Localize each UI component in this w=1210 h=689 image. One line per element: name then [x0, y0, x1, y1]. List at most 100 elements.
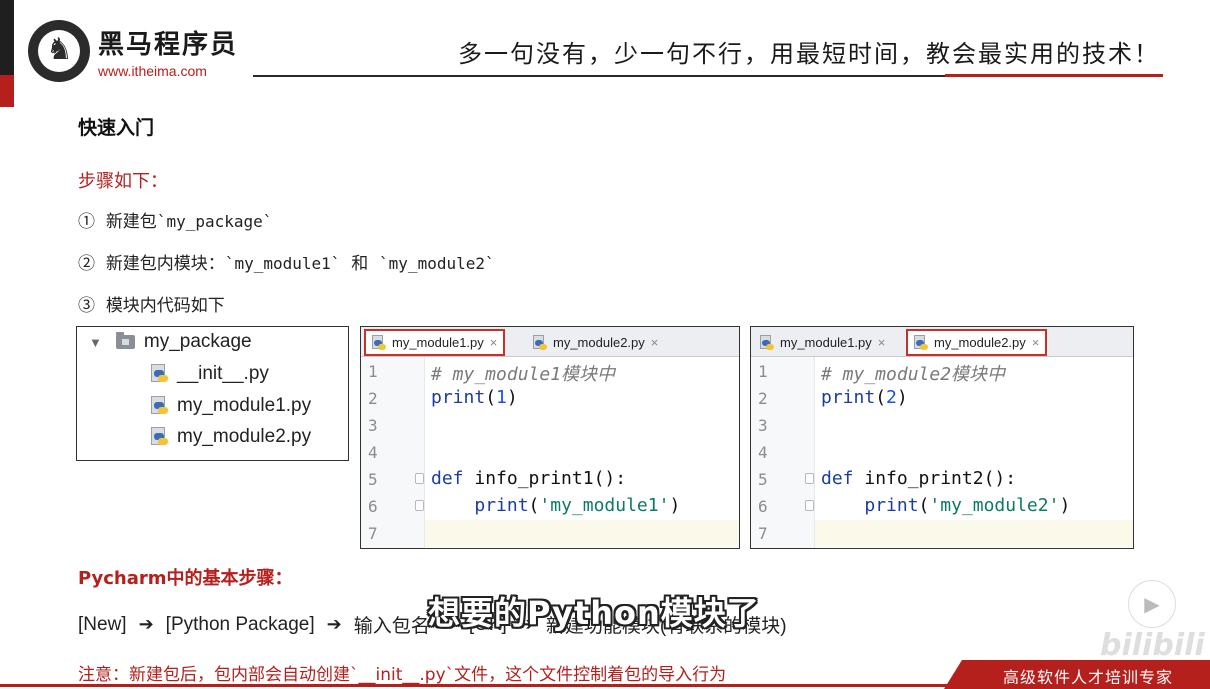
horse-logo-icon: ♞: [28, 20, 90, 82]
line-gutter: 1 2 3 4 5 6 7: [751, 357, 815, 548]
editor-tab-bar: my_module1.py × my_module2.py ×: [361, 327, 739, 357]
code-keyword: print: [474, 495, 529, 516]
tab-my-module2[interactable]: my_module2.py ×: [527, 329, 664, 356]
line-number: 6: [368, 497, 378, 516]
line-number: 5: [758, 470, 768, 489]
step-code: `my_module2`: [379, 254, 495, 273]
tree-folder-label: my_package: [143, 331, 252, 352]
code-line[interactable]: def info_print1():: [431, 468, 626, 489]
tree-file-row[interactable]: my_module2.py: [151, 426, 311, 448]
python-file-icon: [914, 334, 929, 351]
step-code: `my_module1`: [224, 254, 341, 273]
step-number: ②: [78, 254, 95, 274]
line-number: 7: [368, 524, 378, 543]
code-keyword: def: [821, 468, 854, 489]
footer-rule: [0, 684, 1210, 687]
python-file-icon: [372, 334, 387, 351]
line-number: 1: [758, 362, 768, 381]
line-number: 5: [368, 470, 378, 489]
line-number: 2: [758, 389, 768, 408]
python-file-icon: [151, 396, 169, 416]
python-file-icon: [533, 334, 548, 351]
slogan: 多一句没有，少一句不行，用最短时间，教会最实用的技术！: [458, 40, 1160, 68]
flow-new: [New]: [78, 613, 127, 635]
code-editor-module2: my_module1.py × my_module2.py × 1 2 3 4 …: [750, 326, 1134, 549]
code-line[interactable]: def info_print2():: [821, 468, 1016, 489]
step-text: 模块内代码如下: [105, 296, 225, 316]
line-number: 7: [758, 524, 768, 543]
line-number: 2: [368, 389, 378, 408]
header-divider-accent: [945, 74, 1163, 77]
step-text: 新建包内模块：: [105, 254, 225, 274]
code-comment: # my_module1模块中: [431, 364, 616, 385]
step-number: ③: [78, 296, 95, 316]
chevron-down-icon[interactable]: ▼: [89, 335, 102, 350]
tree-file-label: my_module1.py: [177, 395, 312, 416]
code-string: 'my_module1': [539, 495, 670, 516]
tab-my-module2[interactable]: my_module2.py ×: [906, 329, 1048, 356]
left-accent-red: [0, 75, 14, 107]
pycharm-steps-heading: Pycharm中的基本步骤：: [78, 568, 293, 589]
brand-name: 黑马程序员: [98, 29, 239, 60]
code-line[interactable]: print('my_module2'): [821, 495, 1070, 516]
step-2: ② 新建包内模块：`my_module1` 和 `my_module2`: [78, 249, 495, 274]
line-number: 3: [368, 416, 378, 435]
step-join: 和: [351, 254, 369, 274]
code-editor-module1: my_module1.py × my_module2.py × 1 2 3 4 …: [360, 326, 740, 549]
tree-file-row[interactable]: __init__.py: [151, 363, 269, 385]
editor-tab-bar: my_module1.py × my_module2.py ×: [751, 327, 1133, 357]
fold-marker-icon[interactable]: [805, 473, 814, 484]
code-line[interactable]: # my_module1模块中: [431, 360, 615, 386]
step-text: 新建包: [105, 212, 157, 232]
tab-my-module1[interactable]: my_module1.py ×: [754, 329, 891, 356]
fold-marker-icon[interactable]: [415, 500, 424, 511]
step-number: ①: [78, 212, 95, 232]
line-number: 4: [368, 443, 378, 462]
play-icon[interactable]: ▶: [1128, 580, 1176, 628]
code-number: 1: [496, 387, 507, 408]
code-keyword: print: [431, 387, 486, 408]
close-icon[interactable]: ×: [878, 335, 886, 350]
code-line[interactable]: print('my_module1'): [431, 495, 680, 516]
python-file-icon: [151, 364, 169, 384]
flow-python-package: [Python Package]: [165, 613, 315, 635]
current-line-highlight: [815, 520, 1133, 547]
tab-my-module1[interactable]: my_module1.py ×: [364, 329, 506, 356]
tree-file-row[interactable]: my_module1.py: [151, 395, 311, 417]
tree-folder-row[interactable]: ▼ my_package: [89, 331, 252, 353]
fold-marker-icon[interactable]: [805, 500, 814, 511]
slide-title: 快速入门: [78, 117, 155, 139]
tab-label: my_module1.py: [780, 335, 872, 350]
tree-file-label: __init__.py: [177, 363, 269, 384]
arrow-right-icon: ➔: [326, 614, 342, 634]
code-line[interactable]: print(2): [821, 387, 908, 408]
steps-heading: 步骤如下：: [78, 171, 168, 192]
current-line-highlight: [425, 520, 739, 547]
code-function-name: info_print2():: [864, 468, 1017, 489]
close-icon[interactable]: ×: [651, 335, 659, 350]
step-1: ① 新建包`my_package`: [78, 207, 272, 232]
init-note: 注意：新建包后，包内部会自动创建`__init__.py`文件，这个文件控制着包…: [78, 665, 727, 685]
bilibili-watermark: bilibili: [1100, 628, 1205, 663]
line-number: 3: [758, 416, 768, 435]
flow-input-name: 输入包名: [353, 616, 430, 637]
arrow-right-icon: ➔: [138, 614, 154, 634]
folder-icon: [115, 332, 135, 349]
project-tree: ▼ my_package __init__.py my_module1.py m…: [76, 326, 349, 461]
tab-label: my_module1.py: [392, 335, 484, 350]
step-3: ③ 模块内代码如下: [78, 291, 225, 316]
python-file-icon: [151, 427, 169, 447]
code-function-name: info_print1():: [474, 468, 627, 489]
code-keyword: def: [431, 468, 464, 489]
code-comment: # my_module2模块中: [821, 364, 1006, 385]
code-line[interactable]: # my_module2模块中: [821, 360, 1005, 386]
fold-marker-icon[interactable]: [415, 473, 424, 484]
close-icon[interactable]: ×: [490, 335, 498, 350]
code-line[interactable]: print(1): [431, 387, 518, 408]
tab-label: my_module2.py: [553, 335, 645, 350]
close-icon[interactable]: ×: [1032, 335, 1040, 350]
brand-url: www.itheima.com: [98, 62, 207, 79]
code-number: 2: [886, 387, 897, 408]
brand-logo: ♞ 黑马程序员 www.itheima.com: [28, 20, 238, 82]
tab-label: my_module2.py: [934, 335, 1026, 350]
